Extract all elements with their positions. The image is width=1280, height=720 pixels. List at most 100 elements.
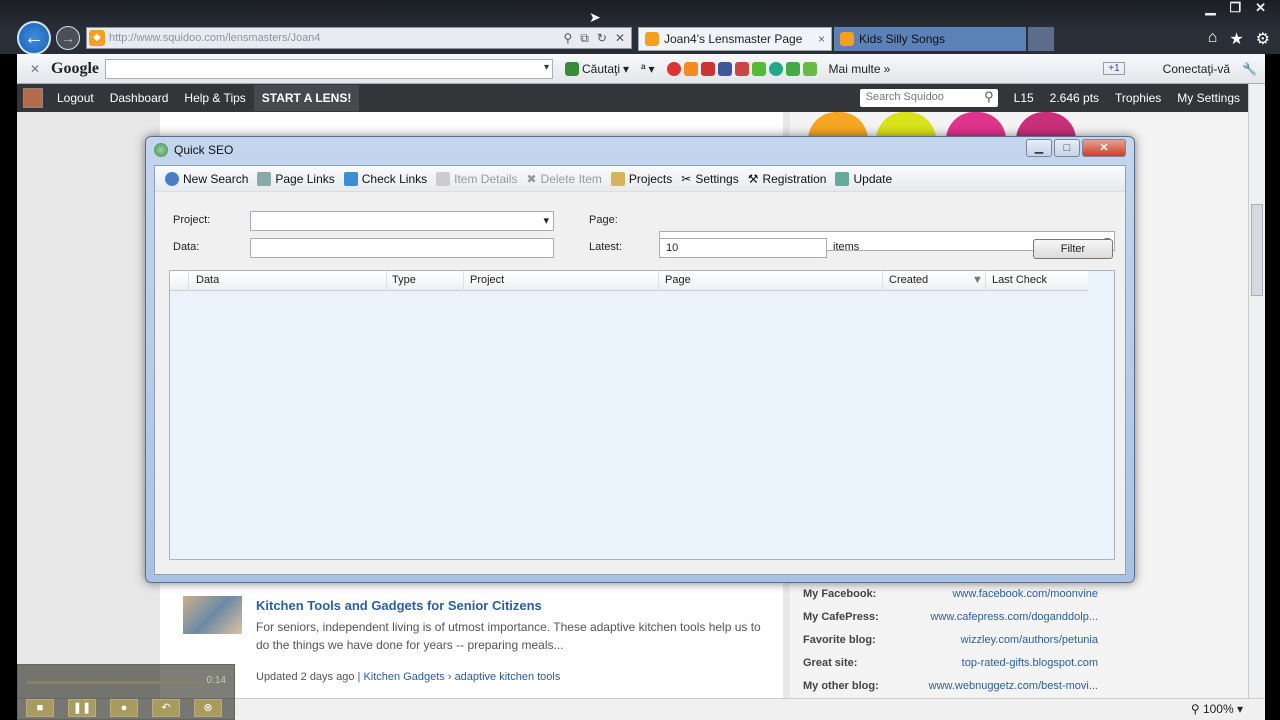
latest-label: Latest: — [589, 241, 623, 253]
page-links-button[interactable]: Page Links — [257, 171, 335, 186]
zoom-control[interactable]: ⚲ 100% ▾ — [1191, 702, 1243, 716]
dialog-minimize-button[interactable]: ▁ — [1026, 139, 1052, 157]
registration-button[interactable]: ⚒ Registration — [748, 172, 827, 186]
close-window-button[interactable]: ✕ — [1255, 0, 1266, 18]
seek-bar[interactable] — [26, 681, 206, 684]
google-search-input[interactable] — [105, 58, 553, 79]
projects-button[interactable]: Projects — [610, 171, 672, 186]
back-button[interactable]: ← — [17, 21, 51, 55]
more-button[interactable]: Mai multe» — [829, 62, 891, 76]
address-text[interactable]: http://www.squidoo.com/lensmasters/Joan4 — [109, 32, 321, 44]
gear-icon[interactable]: ⚙ — [1256, 29, 1270, 49]
share-icon[interactable] — [785, 61, 800, 76]
wrench-icon[interactable]: 🔧 — [1242, 62, 1257, 76]
close-player-icon[interactable]: ⊗ — [194, 699, 222, 717]
dialog-controls: ▁ □ ✕ — [1026, 139, 1126, 157]
avatar — [23, 88, 43, 108]
logout-link[interactable]: Logout — [49, 91, 102, 105]
folder-icon — [610, 171, 625, 186]
sort-arrow-icon: ▼ — [972, 274, 983, 286]
settings-link[interactable]: My Settings — [1169, 91, 1248, 105]
checkbox-icon — [343, 171, 358, 186]
page-scrollbar[interactable] — [1248, 84, 1265, 698]
col-project[interactable]: Project — [470, 274, 504, 286]
sidebar-link[interactable]: www.facebook.com/moonvine — [952, 588, 1098, 600]
data-label: Data: — [173, 241, 200, 253]
favorites-star-icon[interactable]: ★ — [1229, 29, 1243, 49]
pause-button[interactable]: ❚❚ — [68, 699, 96, 717]
gmail-icon[interactable] — [734, 61, 749, 76]
connect-button[interactable]: Conectaţi-vă — [1163, 62, 1230, 76]
scrollbar-thumb[interactable] — [1251, 204, 1263, 296]
toolbar-close-icon[interactable]: ✕ — [25, 62, 45, 76]
squidoo-nav-bar: Logout Dashboard Help & Tips START A LEN… — [17, 84, 1248, 112]
update-button[interactable]: Update — [835, 171, 892, 186]
item-details-button[interactable]: Item Details — [436, 171, 517, 186]
squidoo-favicon — [840, 32, 854, 46]
tab-kids-songs[interactable]: Kids Silly Songs — [834, 27, 1026, 51]
squidoo-favicon — [645, 32, 659, 46]
minimize-button[interactable]: ▁ — [1205, 0, 1215, 18]
tag-link[interactable]: Kitchen Gadgets — [363, 671, 444, 683]
delete-item-button[interactable]: ✖ Delete Item — [526, 172, 601, 186]
sidebar-row: My other blog: www.webnuggetz.com/best-mo… — [803, 680, 1098, 692]
delete-x-icon: ✖ — [526, 171, 537, 186]
bookmark-icon[interactable] — [700, 61, 715, 76]
grid-column-divider — [985, 271, 986, 291]
sidebar-link[interactable]: www.cafepress.com/doganddolp... — [930, 611, 1098, 623]
lens-title-link[interactable]: Kitchen Tools and Gadgets for Senior Cit… — [256, 598, 542, 613]
project-select[interactable] — [250, 211, 554, 231]
stop-icon[interactable]: ✕ — [615, 31, 625, 46]
col-type[interactable]: Type — [392, 274, 416, 286]
sidebar-row: Favorite blog: wizzley.com/authors/petuni… — [803, 634, 1098, 646]
dialog-close-button[interactable]: ✕ — [1082, 139, 1126, 157]
col-created[interactable]: Created — [889, 274, 928, 286]
lens-thumbnail[interactable] — [183, 596, 242, 634]
star-icon[interactable] — [751, 61, 766, 76]
sidebar-link[interactable]: wizzley.com/authors/petunia — [961, 634, 1098, 646]
filter-button[interactable]: Filter — [1033, 239, 1113, 259]
address-bar[interactable]: ◆ http://www.squidoo.com/lensmasters/Joa… — [86, 27, 632, 49]
sidebar-link[interactable]: www.webnuggetz.com/best-movi... — [929, 680, 1098, 692]
latest-input[interactable]: 10 — [659, 238, 827, 258]
translate-button[interactable]: ª ▾ — [641, 62, 654, 76]
restore-button[interactable]: ❐ — [1229, 0, 1241, 18]
sidebar-link[interactable]: top-rated-gifts.blogspot.com — [962, 657, 1098, 669]
tools-icon: ✂ — [681, 171, 692, 186]
settings-button[interactable]: ✂ Settings — [681, 172, 738, 186]
blogger-icon[interactable] — [683, 61, 698, 76]
google-search-button[interactable]: Căutaţi ▾ — [565, 61, 629, 76]
squidoo-search-input[interactable]: Search Squidoo — [859, 89, 998, 107]
plus-one-button[interactable]: +1 — [1103, 62, 1125, 75]
battery-icon[interactable] — [802, 61, 817, 76]
new-search-button[interactable]: New Search — [165, 171, 248, 186]
col-last-check[interactable]: Last Check — [992, 274, 1047, 286]
stop-button[interactable]: ■ — [26, 699, 54, 717]
dashboard-link[interactable]: Dashboard — [102, 91, 177, 105]
stumbleupon-icon[interactable] — [768, 61, 783, 76]
forward-button[interactable]: → — [56, 26, 80, 50]
facebook-icon[interactable] — [717, 61, 732, 76]
help-link[interactable]: Help & Tips — [176, 91, 253, 105]
data-input[interactable] — [250, 238, 554, 258]
search-icon[interactable]: ⚲ — [564, 31, 573, 46]
compat-icon[interactable]: ⧉ — [580, 31, 589, 46]
refresh-icon[interactable]: ↻ — [597, 31, 607, 46]
col-data[interactable]: Data — [196, 274, 219, 286]
check-links-button[interactable]: Check Links — [343, 171, 427, 186]
results-grid[interactable]: Data Type Project Page Created ▼ Last Ch… — [169, 270, 1115, 560]
tag-link[interactable]: adaptive kitchen tools — [455, 671, 561, 683]
tab-close-icon[interactable]: × — [818, 32, 825, 46]
tab-lensmaster[interactable]: Joan4's Lensmaster Page × — [638, 27, 832, 51]
new-tab-button[interactable] — [1028, 27, 1054, 51]
home-icon[interactable]: ⌂ — [1208, 29, 1218, 49]
trophies-link[interactable]: Trophies — [1107, 91, 1169, 105]
col-page[interactable]: Page — [665, 274, 691, 286]
start-lens-button[interactable]: START A LENS! — [253, 85, 360, 111]
undo-icon[interactable]: ↶ — [152, 699, 180, 717]
quick-seo-dialog: Quick SEO ▁ □ ✕ New Search Page Links Ch… — [145, 136, 1135, 583]
dialog-maximize-button[interactable]: □ — [1054, 139, 1080, 157]
youtube-icon[interactable] — [666, 61, 681, 76]
app-icon — [154, 143, 168, 157]
mic-icon[interactable]: ● — [110, 699, 138, 717]
